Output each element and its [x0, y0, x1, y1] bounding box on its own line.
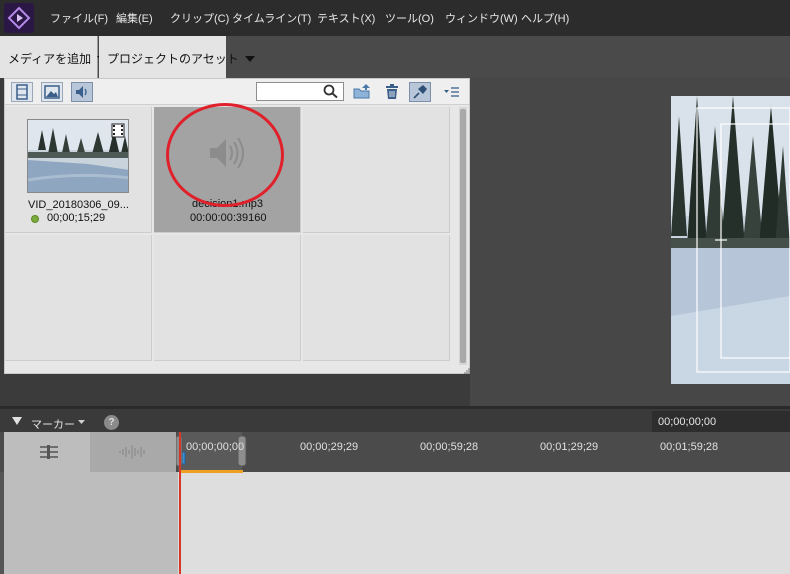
menu-help[interactable]: ヘルプ(H) [521, 10, 569, 26]
film-strip-icon [111, 123, 125, 138]
chevron-down-icon [244, 56, 255, 62]
asset-grid: VID_20180306_09... 00;00;15;29 decision1… [5, 103, 455, 363]
collapse-triangle-icon[interactable] [12, 417, 22, 425]
menu-tools[interactable]: ツール(O) [385, 10, 434, 26]
menu-window[interactable]: ウィンドウ(W) [445, 10, 518, 26]
main-toolbar: メディアを追加 プロジェクトのアセット [0, 36, 790, 78]
app-logo-icon [4, 3, 34, 33]
filter-video-button[interactable] [11, 82, 33, 102]
image-icon [44, 85, 60, 99]
timeline-track-area[interactable] [178, 472, 790, 574]
track-settings-button[interactable] [4, 432, 90, 472]
asset-item[interactable]: VID_20180306_09... 00;00;15;29 [5, 107, 152, 233]
panel-menu-button[interactable] [441, 82, 463, 102]
filter-audio-button[interactable] [71, 82, 93, 102]
app-window: ファイル(F) 編集(E) クリップ(C) タイムライン(T) テキスト(X) … [0, 0, 790, 574]
ruler-tick-label: 00;00;59;28 [420, 441, 479, 453]
rendered-region-bar [181, 470, 243, 473]
clip-duration: 00:00:00:39160 [190, 212, 267, 224]
track-list-icon [40, 445, 58, 459]
clip-name: VID_20180306_09... [28, 199, 129, 211]
status-dot [31, 215, 39, 223]
folder-up-icon [353, 84, 370, 99]
film-icon [16, 84, 28, 100]
pin-button[interactable] [409, 82, 431, 102]
current-timecode: 00;00;00;00 [652, 411, 790, 432]
menu-text[interactable]: テキスト(X) [317, 10, 375, 26]
ruler-tick-label: 00;01;59;28 [660, 441, 719, 453]
scrollbar-thumb[interactable] [460, 109, 466, 363]
delete-button[interactable] [381, 82, 403, 102]
pin-icon [413, 85, 427, 99]
list-menu-icon [444, 87, 459, 97]
empty-cell [303, 235, 450, 361]
add-media-button[interactable]: メディアを追加 [0, 36, 108, 78]
video-thumbnail [27, 119, 129, 193]
marker-menu[interactable]: マーカー [31, 416, 75, 432]
speaker-icon [76, 86, 87, 98]
empty-cell [154, 235, 301, 361]
empty-cell [303, 107, 450, 233]
vertical-scrollbar[interactable] [459, 107, 467, 365]
search-icon[interactable] [322, 83, 340, 99]
new-folder-button[interactable] [351, 82, 373, 102]
ruler-tick-label: 00;00;00;00 [186, 441, 245, 453]
add-media-label: メディアを追加 [8, 52, 92, 66]
project-assets-panel: VID_20180306_09... 00;00;15;29 decision1… [4, 78, 470, 374]
filter-image-button[interactable] [41, 82, 63, 102]
menu-file[interactable]: ファイル(F) [50, 10, 108, 26]
audio-waveform-button[interactable] [90, 432, 176, 472]
menu-edit[interactable]: 編集(E) [116, 10, 153, 26]
project-assets-label: プロジェクトのアセット [107, 52, 239, 66]
empty-cell [5, 235, 152, 361]
project-assets-button[interactable]: プロジェクトのアセット [99, 36, 255, 78]
playhead-line[interactable] [179, 432, 181, 574]
menu-timeline[interactable]: タイムライン(T) [232, 10, 311, 26]
ruler-tick-label: 00;01;29;29 [540, 441, 599, 453]
menu-clip[interactable]: クリップ(C) [170, 10, 229, 26]
asset-item[interactable]: decision1.mp3 00:00:00:39160 [154, 103, 301, 233]
ruler-tick-label: 00;00;29;29 [300, 441, 359, 453]
waveform-icon [119, 445, 145, 459]
track-header [4, 472, 178, 574]
clip-duration: 00;00;15;29 [47, 212, 106, 224]
trash-icon [386, 84, 398, 99]
highlight-circle [166, 103, 284, 207]
chevron-down-icon[interactable] [78, 420, 85, 424]
menu-bar: ファイル(F) 編集(E) クリップ(C) タイムライン(T) テキスト(X) … [0, 0, 790, 36]
preview-frame [671, 96, 790, 384]
assets-toolbar [5, 79, 469, 105]
help-icon[interactable]: ? [104, 415, 119, 430]
